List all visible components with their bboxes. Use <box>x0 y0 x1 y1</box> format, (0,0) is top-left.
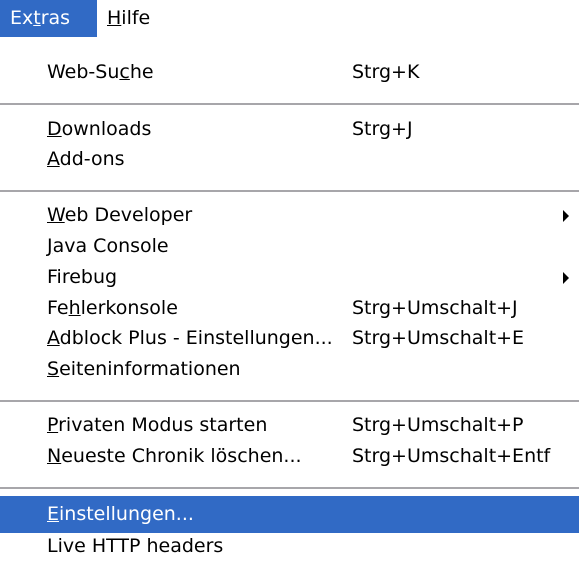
menu-item-label: Neueste Chronik löschen... <box>47 445 302 467</box>
menu-item-chronik-loeschen[interactable]: Neueste Chronik löschen... Strg+Umschalt… <box>0 438 579 475</box>
screen: Extras Hilfe Web-Suche Strg+K Downloads … <box>0 0 579 581</box>
accesskey-underline: S <box>47 358 60 380</box>
submenu-arrow-icon <box>563 210 569 222</box>
menu-item-web-suche[interactable]: Web-Suche Strg+K <box>0 54 579 91</box>
menubar-extras[interactable]: Extras <box>0 0 97 37</box>
menu-separator <box>0 487 579 490</box>
menubar-hilfe[interactable]: Hilfe <box>97 0 167 37</box>
menubar-extras-label: Extras <box>10 7 71 29</box>
menu-item-label: Live HTTP headers <box>47 535 224 557</box>
accesskey-underline: E <box>47 503 60 525</box>
menubar-hilfe-label: Hilfe <box>107 7 151 29</box>
accesskey-underline: P <box>47 414 59 436</box>
accesskey-underline: c <box>119 61 130 83</box>
menu-item-seiteninformationen[interactable]: Seiteninformationen <box>0 351 579 388</box>
menu-item-add-ons[interactable]: Add-ons <box>0 141 579 178</box>
accesskey-underline: A <box>47 148 60 170</box>
menu-separator <box>0 103 579 106</box>
submenu-arrow-icon <box>563 272 569 284</box>
accesskey-underline: D <box>47 118 62 140</box>
menu-item-shortcut: Strg+K <box>352 61 420 83</box>
accesskey-underline: h <box>68 297 81 319</box>
accesskey-underline: N <box>47 445 62 467</box>
accesskey-underline: A <box>47 327 60 349</box>
accesskey-underline: J <box>47 235 53 257</box>
accesskey-underline: t <box>33 7 41 29</box>
menu-separator <box>0 190 579 193</box>
menu-item-live-http-headers[interactable]: Live HTTP headers <box>0 528 579 565</box>
menu-item-label: Web-Suche <box>47 61 154 83</box>
accesskey-underline: H <box>107 7 122 29</box>
menu-item-label: Seiteninformationen <box>47 358 241 380</box>
menu-bar: Extras Hilfe <box>0 0 579 37</box>
menu-item-label: Add-ons <box>47 148 125 170</box>
accesskey-underline: W <box>47 204 65 226</box>
extras-dropdown-menu: Web-Suche Strg+K Downloads Strg+J Add-on… <box>0 37 579 581</box>
menu-item-shortcut: Strg+Umschalt+Entf <box>352 445 551 467</box>
menu-separator <box>0 400 579 403</box>
